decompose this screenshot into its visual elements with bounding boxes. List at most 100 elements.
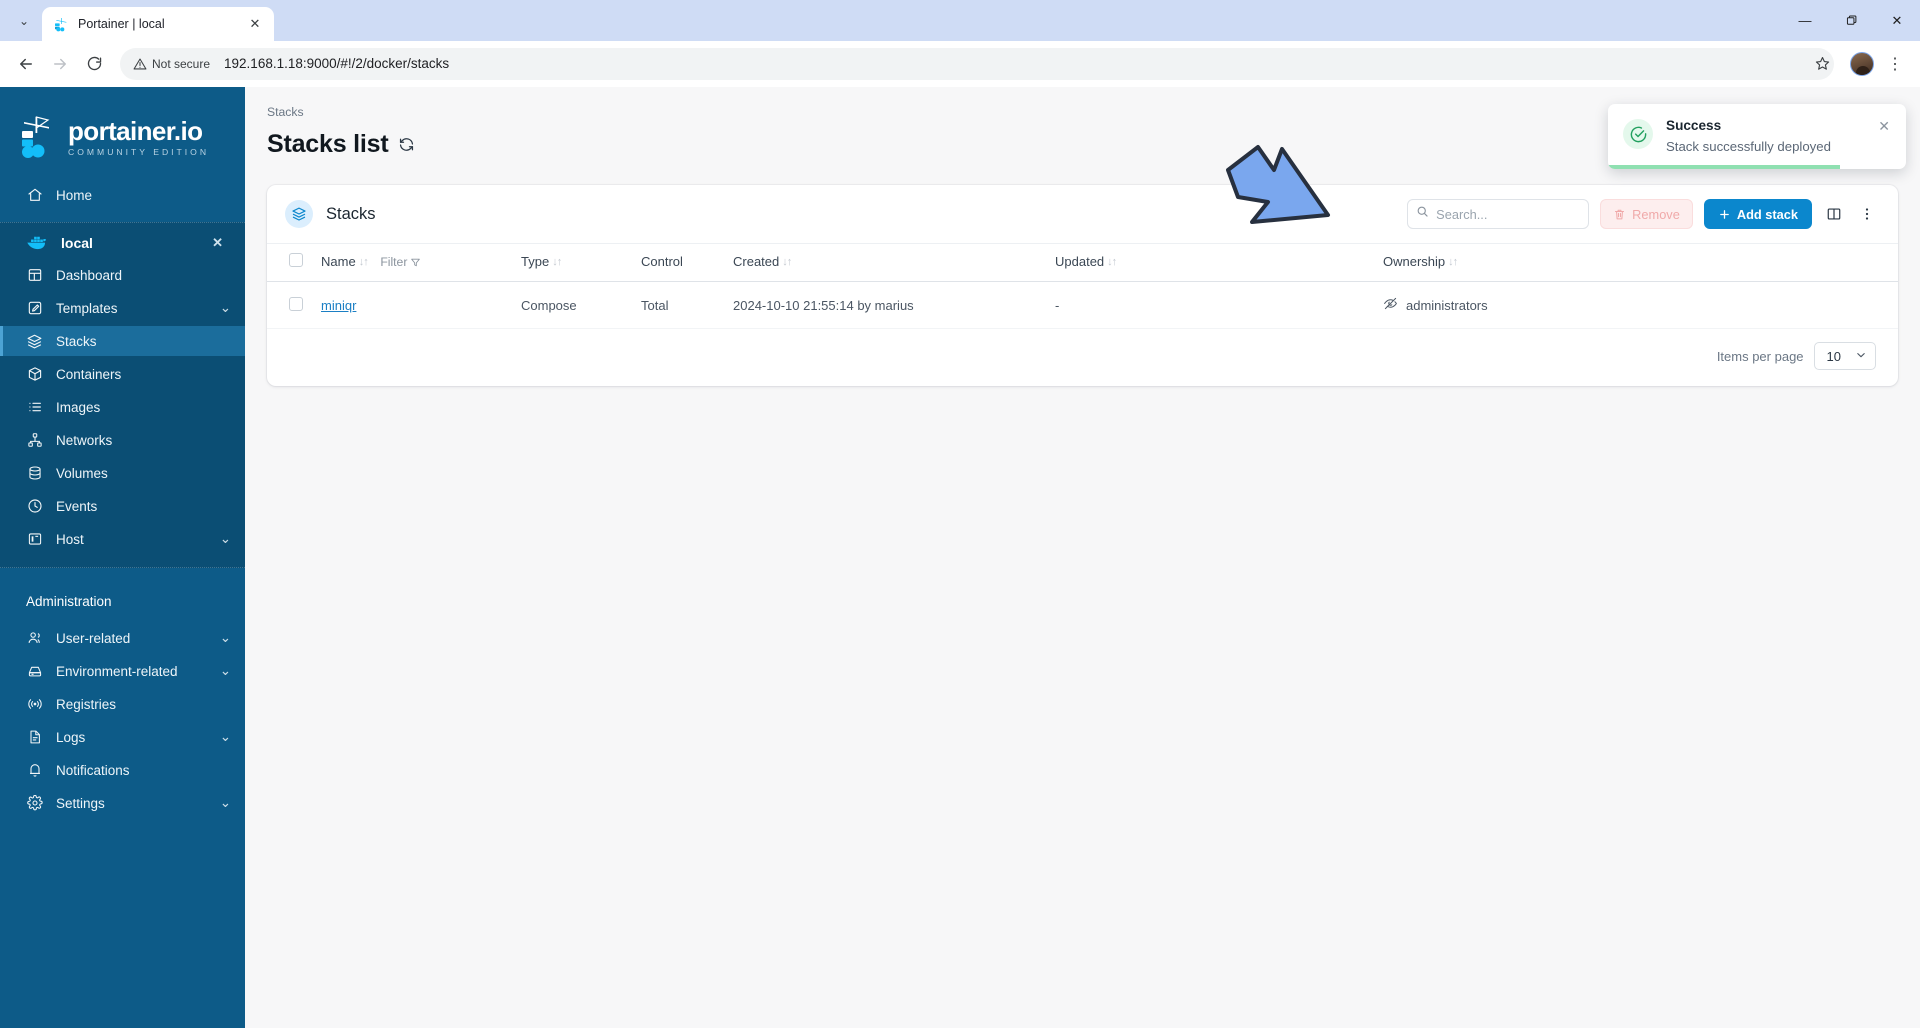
not-secure-label: Not secure xyxy=(152,56,211,71)
tab-search-chevron-icon[interactable]: ⌄ xyxy=(10,7,38,35)
bookmark-star-icon[interactable] xyxy=(1808,50,1836,78)
sidebar-item-notifications[interactable]: Notifications xyxy=(0,755,245,785)
search-input[interactable] xyxy=(1436,206,1602,222)
main-content: Stacks Stacks list Stacks Search... Remo… xyxy=(245,87,1920,1028)
select-all-checkbox[interactable] xyxy=(289,253,303,267)
environment-selector[interactable]: local ✕ xyxy=(0,229,245,256)
table-footer: Items per page 10 xyxy=(267,329,1898,386)
items-per-page-select[interactable]: 10 xyxy=(1813,342,1876,370)
chevron-down-icon[interactable]: ⌄ xyxy=(220,729,231,745)
column-header-created[interactable]: Created ↓↑ xyxy=(725,243,1047,282)
sidebar-item-settings[interactable]: Settings ⌄ xyxy=(0,788,245,818)
sidebar-item-containers-label: Containers xyxy=(56,366,122,382)
minimize-window-button[interactable]: — xyxy=(1782,0,1828,41)
chevron-down-icon[interactable]: ⌄ xyxy=(220,630,231,646)
sidebar-item-environment-related[interactable]: Environment-related ⌄ xyxy=(0,656,245,686)
cell-created: 2024-10-10 21:55:14 by marius xyxy=(725,281,1047,329)
sort-icon[interactable]: ↓↑ xyxy=(1448,256,1458,268)
close-tab-icon[interactable]: ✕ xyxy=(246,15,264,33)
stacks-card-header: Stacks ✕ Remove xyxy=(267,185,1898,243)
cell-type: Compose xyxy=(513,281,633,329)
sidebar-item-dashboard[interactable]: Dashboard xyxy=(0,260,245,290)
sidebar-item-stacks[interactable]: Stacks xyxy=(0,326,245,356)
column-header-control[interactable]: Control xyxy=(633,243,725,282)
chevron-down-icon[interactable]: ⌄ xyxy=(220,531,231,547)
search-icon xyxy=(1416,205,1429,223)
search-box[interactable]: ✕ xyxy=(1407,199,1618,229)
sidebar-item-logs[interactable]: Logs ⌄ xyxy=(0,722,245,752)
events-icon xyxy=(26,498,43,515)
table-row[interactable]: miniqr Compose Total 2024-10-10 21:55:14… xyxy=(267,281,1898,329)
sidebar-item-containers[interactable]: Containers xyxy=(0,359,245,389)
sidebar-item-templates[interactable]: Templates ⌄ xyxy=(0,293,245,323)
home-icon xyxy=(26,187,43,204)
column-header-name[interactable]: Name ↓↑ Filter xyxy=(313,243,513,282)
name-filter-button[interactable]: Filter xyxy=(380,255,421,269)
check-circle-icon xyxy=(1623,119,1653,149)
docker-icon xyxy=(26,234,48,251)
columns-icon[interactable] xyxy=(1823,203,1845,225)
row-select-cell xyxy=(267,281,313,329)
sidebar-item-home-label: Home xyxy=(56,187,93,203)
chevron-down-icon[interactable]: ⌄ xyxy=(220,663,231,679)
sidebar-item-volumes[interactable]: Volumes xyxy=(0,458,245,488)
sidebar: portainer.io COMMUNITY EDITION « Home xyxy=(0,87,274,1028)
toast-progress-bar xyxy=(1608,165,1841,169)
browser-tab-strip: ⌄ Portainer | local ✕ — ✕ xyxy=(0,0,1920,41)
close-window-button[interactable]: ✕ xyxy=(1874,0,1920,41)
sidebar-item-notifications-label: Notifications xyxy=(56,762,130,778)
column-header-updated[interactable]: Updated ↓↑ xyxy=(1047,243,1375,282)
reload-button[interactable] xyxy=(78,48,110,80)
chevron-down-icon[interactable]: ⌄ xyxy=(220,300,231,316)
forward-button[interactable] xyxy=(44,48,76,80)
chevron-down-icon[interactable]: ⌄ xyxy=(220,795,231,811)
sort-icon[interactable]: ↓↑ xyxy=(782,256,792,268)
warning-triangle-icon xyxy=(133,58,147,69)
environment-close-icon[interactable]: ✕ xyxy=(212,235,223,251)
sidebar-item-host[interactable]: Host ⌄ xyxy=(0,524,245,554)
cell-updated: - xyxy=(1047,281,1375,329)
column-header-ownership[interactable]: Ownership ↓↑ xyxy=(1375,243,1898,282)
success-toast[interactable]: Success Stack successfully deployed ✕ xyxy=(1608,104,1906,169)
back-button[interactable] xyxy=(10,48,42,80)
sidebar-item-templates-label: Templates xyxy=(56,300,118,316)
column-header-created-label: Created xyxy=(733,254,780,269)
bell-icon xyxy=(26,762,43,779)
close-toast-icon[interactable]: ✕ xyxy=(1878,119,1890,156)
more-options-button[interactable] xyxy=(1856,203,1878,225)
stacks-card: Stacks ✕ Remove xyxy=(267,185,1898,386)
sidebar-item-images[interactable]: Images xyxy=(0,392,245,422)
sort-icon[interactable]: ↓↑ xyxy=(552,256,562,268)
sort-icon[interactable]: ↓↑ xyxy=(1107,256,1117,268)
browser-tab[interactable]: Portainer | local ✕ xyxy=(42,7,274,41)
page-title-text: Stacks list xyxy=(267,130,389,158)
remove-button[interactable]: Remove xyxy=(1600,199,1693,229)
stack-name-link[interactable]: miniqr xyxy=(321,298,356,313)
address-bar[interactable]: Not secure 192.168.1.18:9000/#!/2/docker… xyxy=(120,47,1834,80)
items-per-page-value: 10 xyxy=(1826,348,1841,364)
sidebar-item-networks[interactable]: Networks xyxy=(0,425,245,455)
volumes-icon xyxy=(26,465,43,482)
logo-edition: COMMUNITY EDITION xyxy=(68,146,210,157)
sidebar-item-host-label: Host xyxy=(56,531,84,547)
column-header-type[interactable]: Type ↓↑ xyxy=(513,243,633,282)
not-secure-badge[interactable]: Not secure xyxy=(128,54,218,74)
profile-avatar[interactable] xyxy=(1850,51,1874,76)
refresh-icon[interactable] xyxy=(398,136,415,153)
sidebar-item-user-related[interactable]: User-related ⌄ xyxy=(0,623,245,653)
row-checkbox[interactable] xyxy=(289,296,303,311)
portainer-logo-icon xyxy=(18,115,58,159)
toast-message: Stack successfully deployed xyxy=(1666,139,1831,154)
add-stack-button[interactable]: Add stack xyxy=(1703,199,1812,229)
sidebar-item-events[interactable]: Events xyxy=(0,491,245,521)
environment-icon xyxy=(26,663,43,680)
maximize-window-button[interactable] xyxy=(1828,0,1874,41)
cell-ownership: administrators xyxy=(1375,281,1898,329)
name-filter-label: Filter xyxy=(380,255,408,269)
sidebar-item-images-label: Images xyxy=(56,399,101,415)
sort-icon[interactable]: ↓↑ xyxy=(359,256,369,268)
portainer-logo[interactable]: portainer.io COMMUNITY EDITION xyxy=(0,93,245,177)
browser-menu-button[interactable]: ⋮ xyxy=(1880,49,1910,79)
sidebar-item-registries[interactable]: Registries xyxy=(0,689,245,719)
sidebar-item-home[interactable]: Home xyxy=(0,180,245,210)
